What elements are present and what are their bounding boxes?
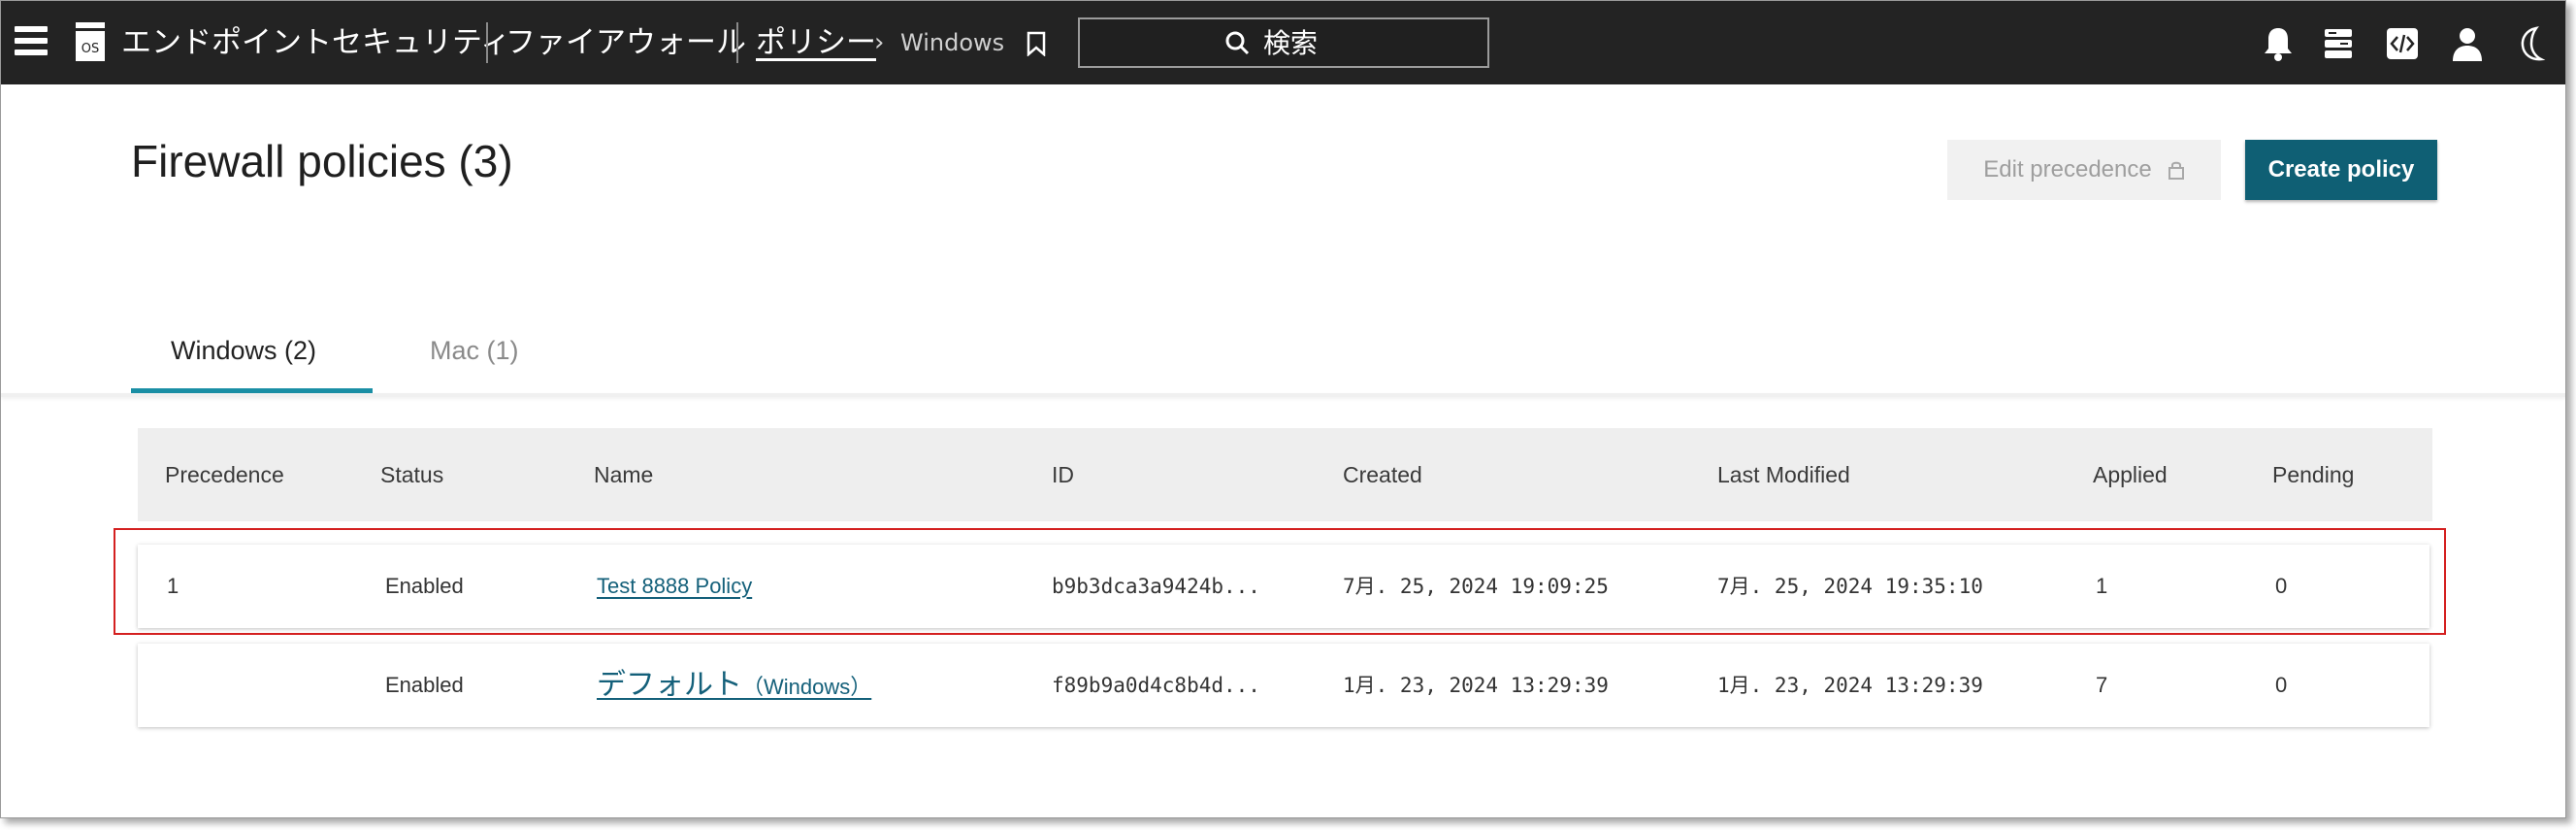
column-header-id[interactable]: ID: [1052, 428, 1074, 521]
breadcrumb-policy[interactable]: ポリシー: [756, 1, 876, 84]
column-header-status[interactable]: Status: [380, 428, 443, 521]
app-icon[interactable]: OS: [73, 20, 108, 63]
tab-windows[interactable]: Windows (2): [171, 336, 316, 366]
tab-mac[interactable]: Mac (1): [430, 336, 519, 366]
column-header-name[interactable]: Name: [594, 428, 653, 521]
table-header: Precedence Status Name ID Created Last M…: [138, 428, 2432, 521]
table-row[interactable]: Enabled デフォルト（Windows） f89b9a0d4c8b4d...…: [138, 644, 2429, 727]
separator: [486, 22, 488, 63]
column-header-created[interactable]: Created: [1343, 428, 1422, 521]
stack-icon[interactable]: [2319, 24, 2358, 63]
page-title: Firewall policies (3): [131, 136, 513, 186]
edit-precedence-label: Edit precedence: [1983, 156, 2152, 183]
policy-name-platform: （Windows）: [742, 675, 872, 699]
column-header-last-modified[interactable]: Last Modified: [1717, 428, 1850, 521]
app-window: OS エンドポイントセキュリティ ファイアウォール ポリシー › Windows: [0, 0, 2566, 818]
bell-icon[interactable]: [2259, 24, 2298, 63]
code-icon[interactable]: [2383, 24, 2422, 63]
create-policy-button[interactable]: Create policy: [2245, 140, 2437, 200]
policy-name-main: デフォルト: [597, 669, 742, 701]
cell-applied: 7: [2096, 673, 2108, 697]
app-title[interactable]: エンドポイントセキュリティ: [121, 1, 510, 84]
breadcrumb-chevron-icon: ›: [874, 28, 885, 57]
breadcrumb-firewall[interactable]: ファイアウォール: [505, 1, 746, 84]
top-bar: OS エンドポイントセキュリティ ファイアウォール ポリシー › Windows: [1, 1, 2565, 84]
breadcrumb-windows: Windows: [900, 29, 1005, 56]
cell-created: 1月. 23, 2024 13:29:39: [1343, 674, 1609, 697]
moon-icon[interactable]: [2513, 24, 2552, 63]
cell-status: Enabled: [385, 673, 464, 697]
menu-icon[interactable]: [15, 26, 48, 59]
column-header-applied[interactable]: Applied: [2093, 428, 2168, 521]
bookmark-icon[interactable]: [1027, 31, 1046, 56]
search-bar[interactable]: [1078, 17, 1489, 68]
policy-name-link[interactable]: デフォルト（Windows）: [597, 644, 871, 727]
column-header-pending[interactable]: Pending: [2272, 428, 2354, 521]
cell-id: f89b9a0d4c8b4d...: [1052, 674, 1260, 697]
cell-last-modified: 1月. 23, 2024 13:29:39: [1717, 674, 1983, 697]
edit-precedence-button[interactable]: Edit precedence: [1947, 140, 2221, 200]
search-input[interactable]: [1261, 25, 1343, 60]
svg-text:OS: OS: [82, 42, 99, 56]
column-header-precedence[interactable]: Precedence: [165, 428, 284, 521]
user-icon[interactable]: [2448, 24, 2487, 63]
separator: [736, 22, 738, 63]
cell-pending: 0: [2275, 673, 2288, 697]
lock-icon: [2168, 161, 2184, 180]
search-icon: [1225, 31, 1250, 55]
tab-divider: [1, 393, 2565, 397]
highlight-box: [114, 528, 2446, 635]
